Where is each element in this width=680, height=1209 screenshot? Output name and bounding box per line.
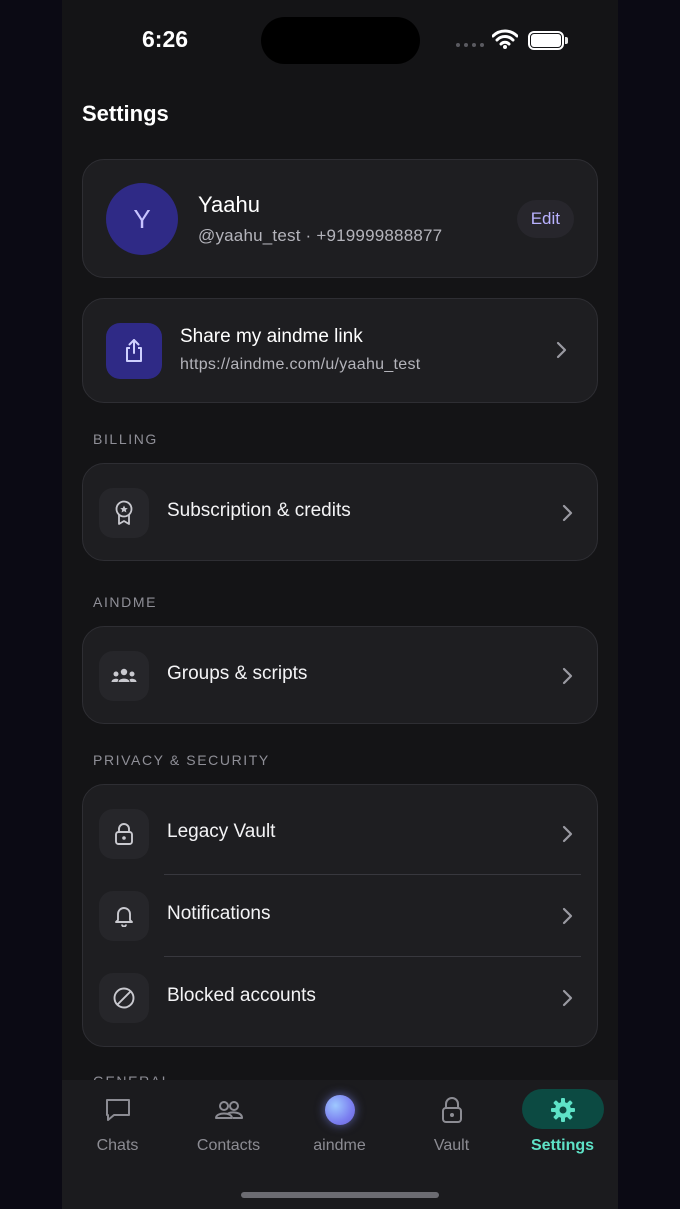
tab-aindme[interactable]: aindme (284, 1080, 395, 1170)
tab-vault[interactable]: Vault (396, 1080, 507, 1170)
tab-settings[interactable]: Settings (507, 1080, 618, 1170)
gear-icon (546, 1093, 580, 1127)
orb-icon (323, 1093, 357, 1127)
tab-label: aindme (313, 1137, 366, 1154)
cellular-signal-icon (456, 43, 486, 48)
award-icon (99, 488, 149, 538)
chevron-right-icon (561, 989, 573, 1012)
row-label: Groups & scripts (167, 663, 308, 684)
settings-row-subscription[interactable]: Subscription & credits (83, 472, 597, 554)
row-label: Blocked accounts (167, 985, 316, 1006)
row-label: Notifications (167, 903, 271, 924)
share-icon (106, 323, 162, 379)
battery-icon (528, 31, 568, 50)
profile-card[interactable]: Y Yaahu @yaahu_test · +919999888877 Edit (82, 159, 598, 278)
aindme-card: Groups & scripts (82, 626, 598, 724)
chevron-right-icon (561, 667, 573, 690)
lock-icon (99, 809, 149, 859)
profile-name: Yaahu (198, 192, 260, 217)
tab-label: Contacts (196, 1137, 261, 1154)
dynamic-island (261, 17, 420, 64)
row-label: Subscription & credits (167, 500, 351, 521)
share-title: Share my aindme link (180, 326, 363, 347)
page-title: Settings (82, 101, 169, 126)
section-label-privacy: PRIVACY & SECURITY (93, 752, 270, 768)
section-label-billing: BILLING (93, 431, 158, 447)
wifi-icon (491, 29, 519, 54)
bell-icon (99, 891, 149, 941)
settings-row-groups[interactable]: Groups & scripts (83, 635, 597, 717)
tab-label: Chats (96, 1137, 139, 1154)
groups-icon (99, 651, 149, 701)
tab-contacts[interactable]: Contacts (173, 1080, 284, 1170)
tab-label: Vault (433, 1137, 470, 1154)
settings-row-notifications[interactable]: Notifications (83, 875, 597, 957)
status-time: 6:26 (142, 26, 189, 52)
lock-icon (435, 1093, 469, 1127)
chat-icon (101, 1093, 135, 1127)
chevron-right-icon (561, 825, 573, 848)
home-indicator[interactable] (241, 1192, 439, 1198)
block-icon (99, 973, 149, 1023)
chevron-right-icon (561, 907, 573, 930)
billing-card: Subscription & credits (82, 463, 598, 561)
contacts-icon (212, 1093, 246, 1127)
profile-handle: @yaahu_test · +919999888877 (198, 226, 443, 245)
phone-screen: 6:26 Settings Y Yaahu @yaahu_test · +919… (62, 0, 618, 1209)
edit-profile-button[interactable]: Edit (516, 200, 574, 238)
share-link-card[interactable]: Share my aindme link https://aindme.com/… (82, 298, 598, 403)
chevron-right-icon (555, 341, 567, 364)
privacy-card: Legacy Vault Notifications Blocked accou… (82, 784, 598, 1047)
settings-row-blocked-accounts[interactable]: Blocked accounts (83, 957, 597, 1039)
tab-bar: Chats Contacts aindme Vault Settings (62, 1080, 618, 1209)
section-label-aindme: AINDME (93, 594, 158, 610)
tab-chats[interactable]: Chats (62, 1080, 173, 1170)
share-link-url: https://aindme.com/u/yaahu_test (180, 356, 421, 373)
row-label: Legacy Vault (167, 821, 276, 842)
avatar: Y (106, 183, 178, 255)
settings-row-legacy-vault[interactable]: Legacy Vault (83, 793, 597, 875)
chevron-right-icon (561, 504, 573, 527)
tab-label: Settings (530, 1137, 595, 1154)
